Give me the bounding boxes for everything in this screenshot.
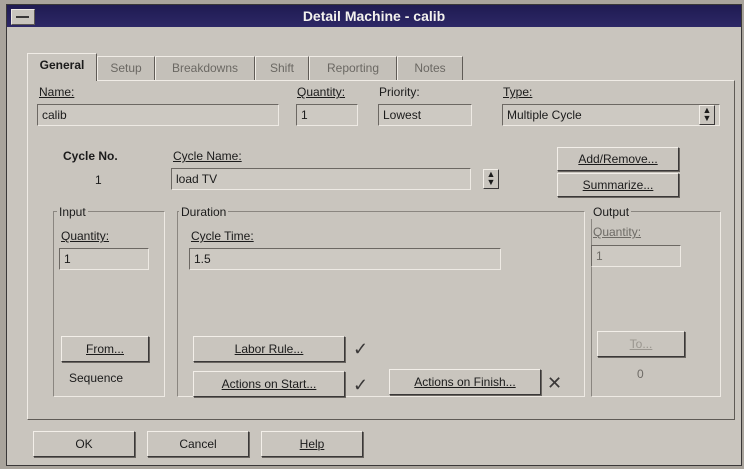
input-quantity-label: Quantity: bbox=[61, 229, 110, 243]
name-label: Name: bbox=[39, 85, 75, 99]
cycle-name-label: Cycle Name: bbox=[173, 149, 242, 163]
actions-on-finish-button[interactable]: Actions on Finish... bbox=[389, 369, 541, 395]
cycle-name-spinner-icon[interactable]: ▲ ▼ bbox=[483, 169, 499, 189]
from-button[interactable]: From... bbox=[61, 336, 149, 362]
actions-on-start-button[interactable]: Actions on Start... bbox=[193, 371, 345, 397]
title-bar: Detail Machine - calib bbox=[7, 5, 741, 27]
labor-rule-button[interactable]: Labor Rule... bbox=[193, 336, 345, 362]
actions-on-finish-x-icon: ✕ bbox=[547, 373, 563, 393]
output-count-text: 0 bbox=[637, 367, 644, 381]
cycle-number-label: Cycle No. bbox=[63, 149, 118, 163]
input-quantity-field[interactable]: 1 bbox=[59, 248, 149, 270]
tab-notes[interactable]: Notes bbox=[397, 56, 463, 80]
type-label: Type: bbox=[503, 85, 533, 99]
tab-setup[interactable]: Setup bbox=[97, 56, 155, 80]
window-title: Detail Machine - calib bbox=[302, 8, 446, 24]
cycle-name-field[interactable]: load TV bbox=[171, 168, 471, 190]
cycle-time-label: Cycle Time: bbox=[191, 229, 254, 243]
name-field[interactable]: calib bbox=[37, 104, 279, 126]
add-remove-button[interactable]: Add/Remove... bbox=[557, 147, 679, 171]
priority-field[interactable]: Lowest bbox=[378, 104, 472, 126]
detail-machine-dialog: Detail Machine - calib General Setup Bre… bbox=[6, 4, 742, 466]
actions-on-start-check-icon: ✓ bbox=[353, 375, 369, 395]
ok-button[interactable]: OK bbox=[33, 431, 135, 457]
tab-reporting[interactable]: Reporting bbox=[309, 56, 397, 80]
output-quantity-field[interactable]: 1 bbox=[591, 245, 681, 267]
to-button[interactable]: To... bbox=[597, 331, 685, 357]
help-button[interactable]: Help bbox=[261, 431, 363, 457]
input-section-label: Input bbox=[57, 205, 88, 219]
tab-general[interactable]: General bbox=[27, 53, 97, 81]
summarize-button[interactable]: Summarize... bbox=[557, 173, 679, 197]
cancel-button[interactable]: Cancel bbox=[147, 431, 249, 457]
priority-label: Priority: bbox=[379, 85, 420, 99]
output-section-label: Output bbox=[591, 205, 632, 219]
labor-rule-check-icon: ✓ bbox=[353, 339, 369, 359]
tab-shift[interactable]: Shift bbox=[255, 56, 309, 80]
type-select[interactable]: Multiple Cycle bbox=[502, 104, 720, 126]
type-dropdown-icon[interactable]: ▲ ▼ bbox=[699, 105, 715, 125]
output-quantity-label: Quantity: bbox=[593, 225, 642, 239]
quantity-field[interactable]: 1 bbox=[296, 104, 358, 126]
cycle-time-field[interactable]: 1.5 bbox=[189, 248, 501, 270]
cycle-number-value: 1 bbox=[95, 173, 102, 187]
duration-section-label: Duration bbox=[179, 205, 229, 219]
sequence-text: Sequence bbox=[69, 371, 124, 385]
tab-breakdowns[interactable]: Breakdowns bbox=[155, 56, 255, 80]
quantity-label: Quantity: bbox=[297, 85, 346, 99]
